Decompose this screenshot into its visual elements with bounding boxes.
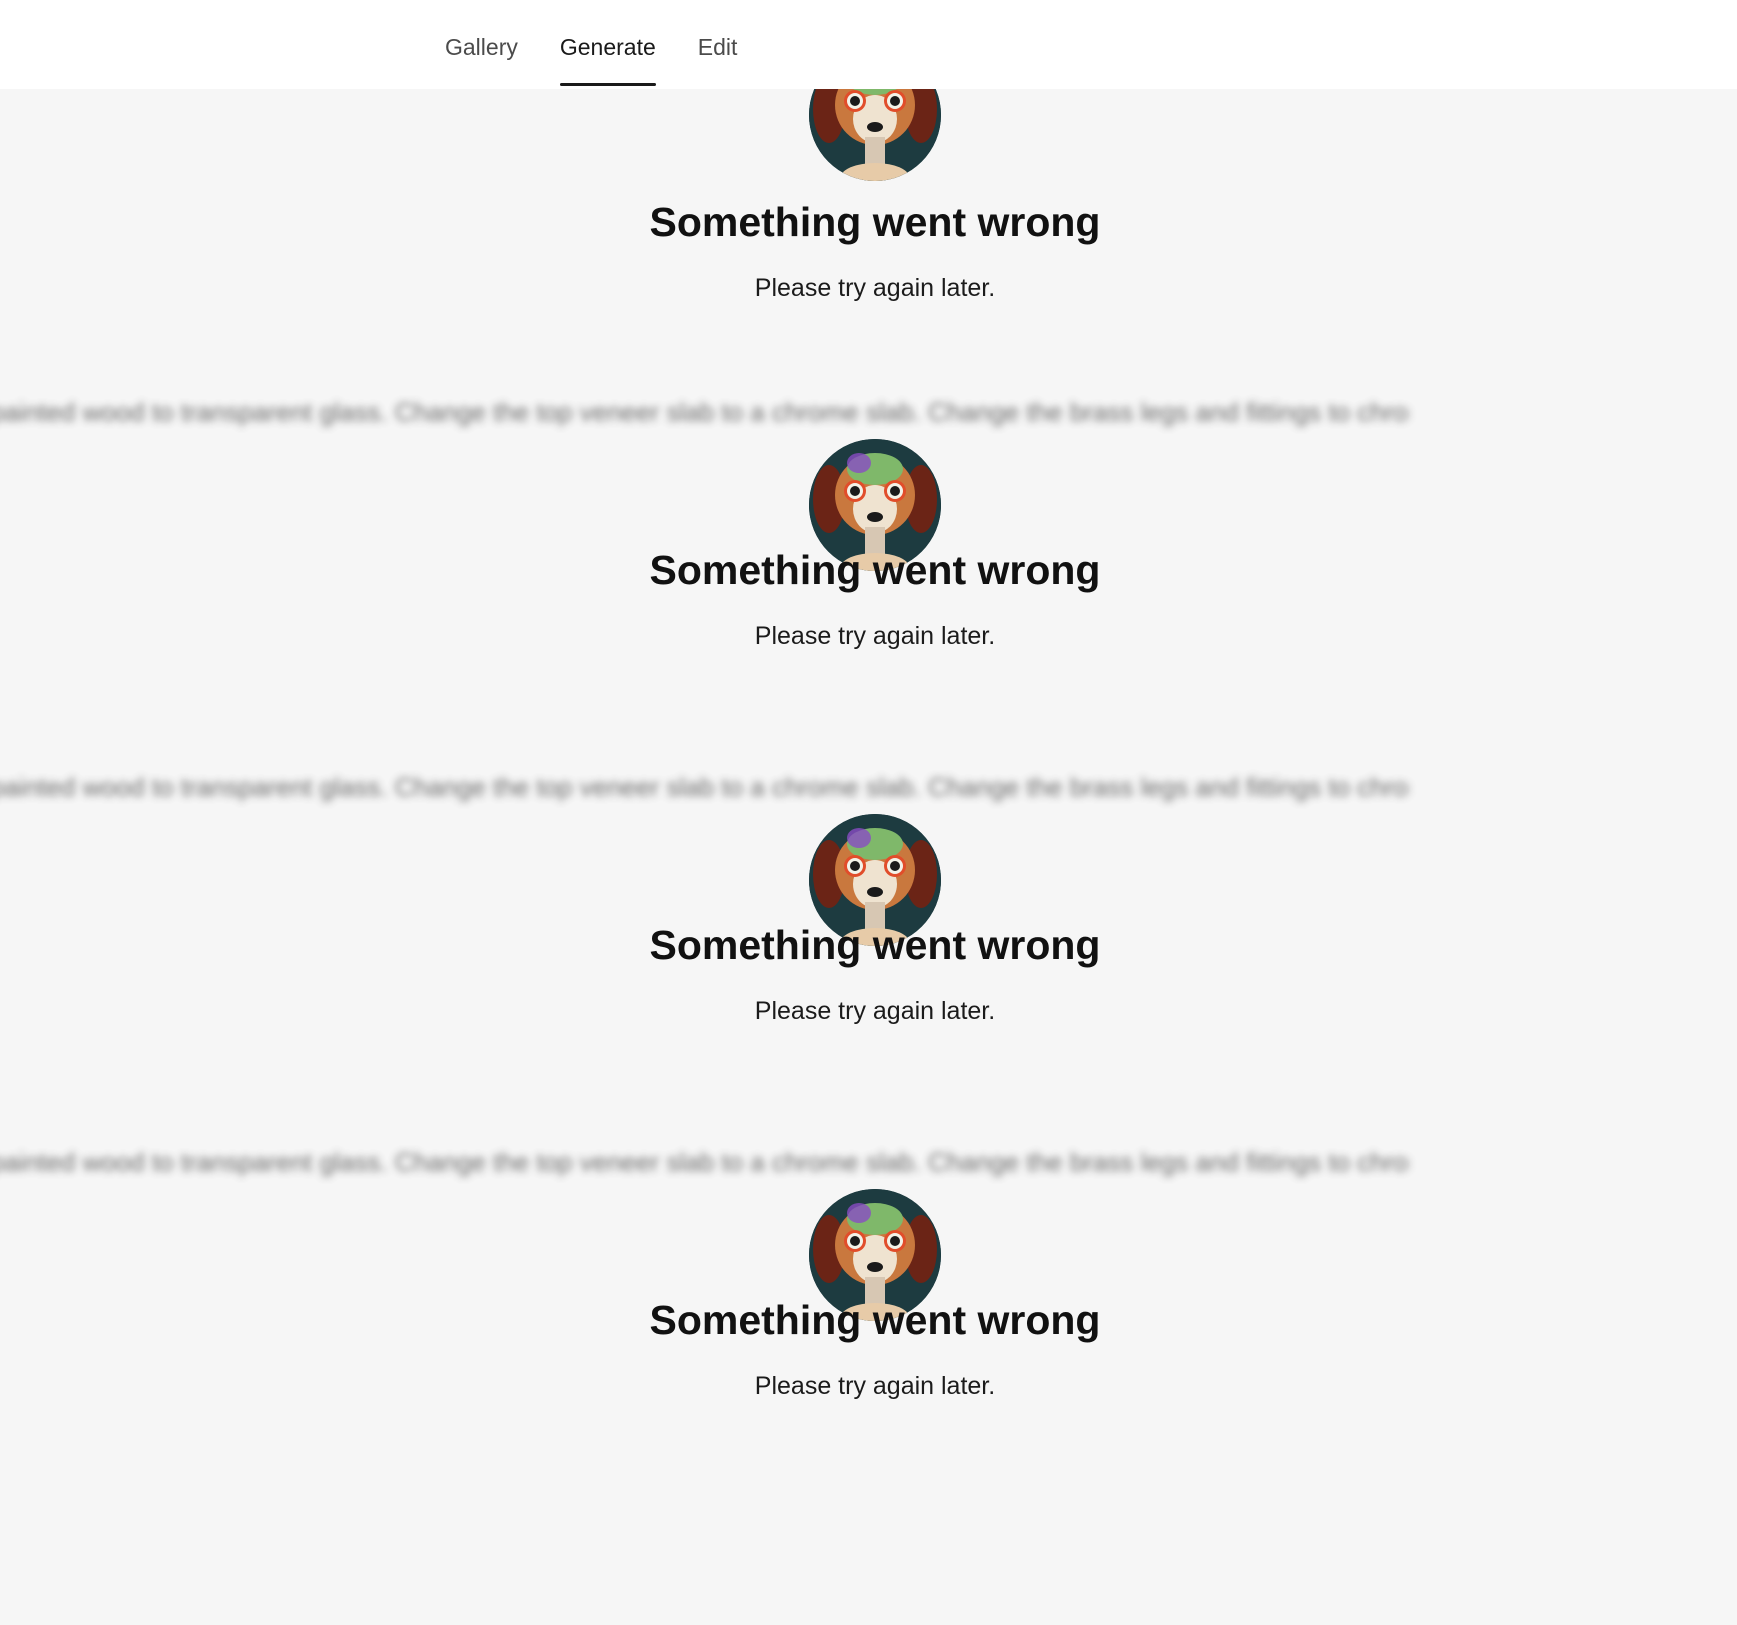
dog-avatar-icon: [809, 89, 941, 181]
error-title: Something went wrong: [649, 922, 1101, 968]
prompt-text: painted wood to transparent glass. Chang…: [0, 397, 1410, 427]
error-message: Please try again later.: [754, 274, 996, 302]
tab-gallery[interactable]: Gallery: [445, 0, 518, 89]
error-card: Something went wrong Please try again la…: [0, 89, 1737, 424]
prompt-text: painted wood to transparent glass. Chang…: [0, 1147, 1410, 1177]
error-title: Something went wrong: [649, 1297, 1101, 1343]
error-card: painted wood to transparent glass. Chang…: [0, 397, 1737, 772]
tab-generate[interactable]: Generate: [559, 0, 656, 89]
error-title: Something went wrong: [649, 199, 1101, 245]
error-card: painted wood to transparent glass. Chang…: [0, 1147, 1737, 1522]
error-message: Please try again later.: [754, 1372, 996, 1400]
error-message: Please try again later.: [754, 997, 996, 1025]
error-message: Please try again later.: [754, 622, 996, 650]
prompt-text: painted wood to transparent glass. Chang…: [0, 772, 1410, 802]
error-title: Something went wrong: [649, 547, 1101, 593]
error-card: painted wood to transparent glass. Chang…: [0, 772, 1737, 1147]
tab-edit[interactable]: Edit: [698, 0, 738, 89]
top-nav-bar: Gallery Generate Edit: [0, 0, 1737, 89]
results-feed[interactable]: Something went wrong Please try again la…: [0, 89, 1737, 1625]
nav-tabs: Gallery Generate Edit: [445, 0, 737, 89]
